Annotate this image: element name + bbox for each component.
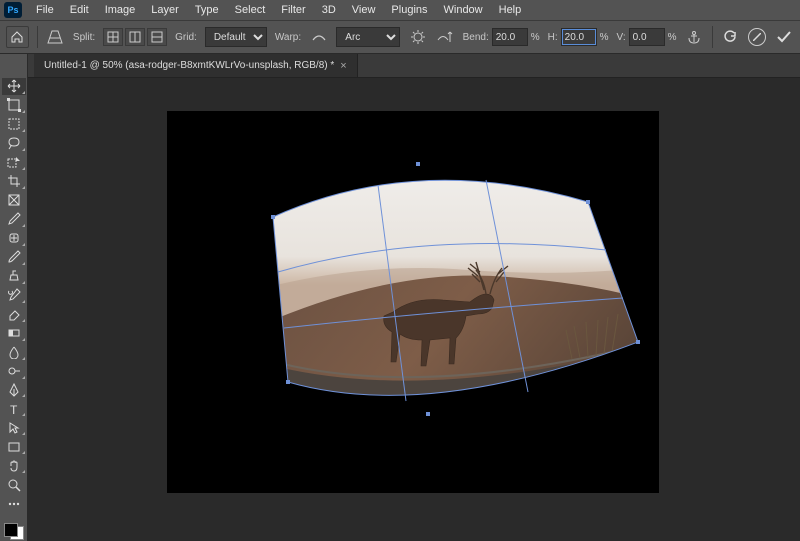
cancel-button[interactable] (748, 27, 767, 47)
menu-layer[interactable]: Layer (143, 1, 187, 19)
menu-filter[interactable]: Filter (273, 1, 313, 19)
h-field: H: % (548, 28, 609, 46)
anchor-icon[interactable] (685, 27, 704, 47)
menu-file[interactable]: File (28, 1, 62, 19)
canvas[interactable] (168, 112, 658, 492)
separator (37, 26, 38, 48)
tools-panel: T (0, 54, 28, 541)
edit-toolbar-button[interactable] (2, 495, 26, 512)
reset-button[interactable] (721, 27, 740, 47)
h-label: H: (548, 32, 558, 43)
warp-select[interactable]: Arc (336, 27, 400, 47)
gradient-tool[interactable] (2, 325, 26, 342)
transform-icon[interactable] (46, 27, 65, 47)
v-label: V: (617, 32, 626, 43)
v-input[interactable] (629, 28, 665, 46)
menu-view[interactable]: View (344, 1, 384, 19)
svg-text:T: T (10, 403, 18, 416)
v-field: V: % (617, 28, 677, 46)
eyedropper-tool[interactable] (2, 211, 26, 228)
artboard-tool[interactable] (2, 97, 26, 114)
percent-suffix: % (531, 32, 540, 43)
split-label: Split: (73, 32, 95, 43)
color-swatches[interactable] (3, 522, 25, 541)
eraser-tool[interactable] (2, 306, 26, 323)
menu-plugins[interactable]: Plugins (383, 1, 435, 19)
document-tabs: « Untitled-1 @ 50% (asa-rodger-B8xmtKWLr… (0, 54, 800, 78)
frame-tool[interactable] (2, 192, 26, 209)
close-tab-icon[interactable]: × (340, 60, 346, 72)
tab-title: Untitled-1 @ 50% (asa-rodger-B8xmtKWLrVo… (44, 60, 334, 71)
rectangle-tool[interactable] (2, 438, 26, 455)
split-horizontal-button[interactable] (147, 28, 167, 46)
separator (712, 26, 713, 48)
split-crosswise-button[interactable] (103, 28, 123, 46)
hand-tool[interactable] (2, 457, 26, 474)
crop-tool[interactable] (2, 173, 26, 190)
options-bar: Split: Grid: Default Warp: Arc Bend: % H… (0, 20, 800, 54)
marquee-tool[interactable] (2, 116, 26, 133)
h-input[interactable] (561, 28, 597, 46)
clone-stamp-tool[interactable] (2, 268, 26, 285)
commit-button[interactable] (775, 27, 794, 47)
type-tool[interactable]: T (2, 400, 26, 417)
menu-type[interactable]: Type (187, 1, 227, 19)
warp-options-icon[interactable] (408, 27, 427, 47)
warp-label: Warp: (275, 32, 301, 43)
app-icon: Ps (4, 2, 22, 18)
move-tool[interactable] (2, 78, 26, 95)
split-buttons (103, 28, 167, 46)
menu-image[interactable]: Image (97, 1, 144, 19)
document-tab[interactable]: Untitled-1 @ 50% (asa-rodger-B8xmtKWLrVo… (34, 54, 358, 77)
bend-label: Bend: (463, 32, 489, 43)
grid-select[interactable]: Default (205, 27, 267, 47)
pen-tool[interactable] (2, 382, 26, 399)
orientation-button[interactable] (435, 27, 454, 47)
menu-edit[interactable]: Edit (62, 1, 97, 19)
zoom-tool[interactable] (2, 476, 26, 493)
brush-tool[interactable] (2, 249, 26, 266)
percent-suffix: % (600, 32, 609, 43)
history-brush-tool[interactable] (2, 287, 26, 304)
blur-tool[interactable] (2, 344, 26, 361)
menu-select[interactable]: Select (227, 1, 274, 19)
menu-3d[interactable]: 3D (314, 1, 344, 19)
grid-label: Grid: (175, 32, 197, 43)
bend-field: Bend: % (463, 28, 540, 46)
foreground-swatch[interactable] (4, 523, 18, 537)
path-select-tool[interactable] (2, 419, 26, 436)
percent-suffix: % (668, 32, 677, 43)
healing-brush-tool[interactable] (2, 230, 26, 247)
workspace (28, 78, 800, 541)
dodge-tool[interactable] (2, 363, 26, 380)
split-vertical-button[interactable] (125, 28, 145, 46)
menu-help[interactable]: Help (491, 1, 530, 19)
menu-bar: Ps File Edit Image Layer Type Select Fil… (0, 0, 800, 20)
home-button[interactable] (6, 26, 29, 48)
warp-arc-icon (309, 27, 328, 47)
bend-input[interactable] (492, 28, 528, 46)
menu-window[interactable]: Window (436, 1, 491, 19)
quick-select-tool[interactable] (2, 154, 26, 171)
lasso-tool[interactable] (2, 135, 26, 152)
warped-image[interactable] (168, 112, 658, 492)
